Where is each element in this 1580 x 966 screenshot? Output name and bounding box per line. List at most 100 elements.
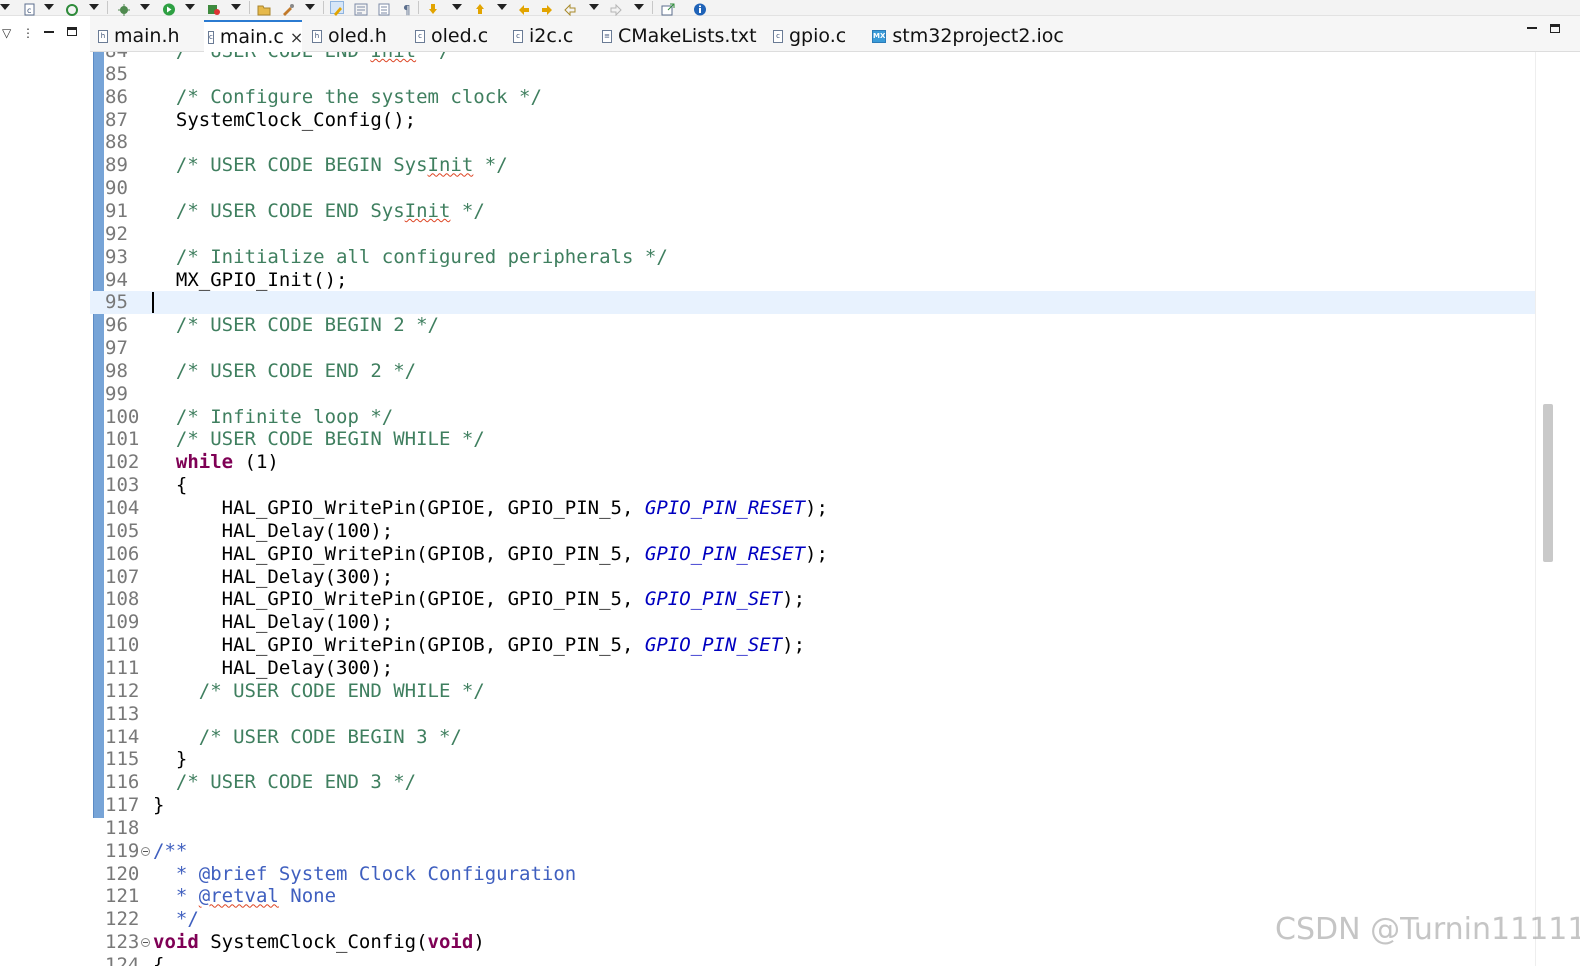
- code-line[interactable]: 108 HAL_GPIO_WritePin(GPIOE, GPIO_PIN_5,…: [90, 588, 1535, 611]
- chevron-down-icon[interactable]: [0, 4, 10, 10]
- fold-toggle-icon[interactable]: [141, 938, 150, 948]
- code-line[interactable]: 110 HAL_GPIO_WritePin(GPIOB, GPIO_PIN_5,…: [90, 634, 1535, 657]
- code-line[interactable]: 92: [90, 223, 1535, 246]
- code-line[interactable]: 86 /* Configure the system clock */: [90, 86, 1535, 109]
- tab-main-h[interactable]: h main.h: [98, 20, 198, 52]
- code-line[interactable]: 88: [90, 131, 1535, 154]
- code-line[interactable]: 95: [90, 291, 1535, 315]
- debug-icon[interactable]: [117, 1, 131, 16]
- chevron-down-icon[interactable]: [589, 4, 599, 10]
- tab-oled-h[interactable]: h oled.h: [312, 20, 408, 52]
- main-toolbar: c ¶: [0, 0, 1580, 17]
- code-line[interactable]: 102 while (1): [90, 451, 1535, 474]
- maximize-icon[interactable]: [1550, 24, 1560, 33]
- refresh-icon[interactable]: [65, 1, 79, 16]
- code-line[interactable]: 94 MX_GPIO_Init();: [90, 269, 1535, 292]
- code-line[interactable]: 105 HAL_Delay(100);: [90, 520, 1535, 543]
- previous-annotation-icon[interactable]: [473, 1, 487, 14]
- back-icon[interactable]: [563, 1, 577, 17]
- code-line[interactable]: 89 /* USER CODE BEGIN SysInit */: [90, 154, 1535, 177]
- code-line[interactable]: 87 SystemClock_Config();: [90, 109, 1535, 132]
- code-line[interactable]: 118: [90, 817, 1535, 840]
- code-line[interactable]: 101 /* USER CODE BEGIN WHILE */: [90, 428, 1535, 451]
- code-line[interactable]: 106 HAL_GPIO_WritePin(GPIOB, GPIO_PIN_5,…: [90, 543, 1535, 566]
- code-editor[interactable]: 84 /* USER CODE END Init */8586 /* Confi…: [90, 52, 1535, 966]
- chevron-down-icon[interactable]: [452, 4, 462, 10]
- code-line[interactable]: 91 /* USER CODE END SysInit */: [90, 200, 1535, 223]
- code-line[interactable]: 99: [90, 383, 1535, 406]
- chevron-down-icon[interactable]: [44, 4, 54, 10]
- code-line[interactable]: 97: [90, 337, 1535, 360]
- tab-oled-c[interactable]: c oled.c: [415, 20, 503, 52]
- code-line[interactable]: 93 /* Initialize all configured peripher…: [90, 246, 1535, 269]
- tab-label: main.c: [219, 26, 284, 48]
- run-icon[interactable]: [162, 1, 176, 16]
- line-number: 109: [105, 611, 140, 634]
- code-line[interactable]: 113: [90, 703, 1535, 726]
- code-line[interactable]: 109 HAL_Delay(100);: [90, 611, 1535, 634]
- code-line[interactable]: 85: [90, 63, 1535, 86]
- external-tools-icon[interactable]: [207, 1, 221, 15]
- chevron-down-icon[interactable]: [185, 4, 195, 10]
- close-icon[interactable]: ×: [290, 28, 303, 47]
- code-line[interactable]: 90: [90, 177, 1535, 200]
- code-line[interactable]: 120 * @brief System Clock Configuration: [90, 863, 1535, 886]
- chevron-down-icon[interactable]: [305, 4, 315, 10]
- chevron-down-icon[interactable]: [140, 4, 150, 10]
- c-file-icon: c: [773, 29, 783, 43]
- code-line[interactable]: 104 HAL_GPIO_WritePin(GPIOE, GPIO_PIN_5,…: [90, 497, 1535, 520]
- code-line[interactable]: 103 {: [90, 474, 1535, 497]
- next-annotation-icon[interactable]: [426, 1, 440, 14]
- show-whitespace-icon[interactable]: ¶: [400, 1, 414, 17]
- chevron-down-icon[interactable]: [231, 4, 241, 10]
- code-line[interactable]: 107 HAL_Delay(300);: [90, 566, 1535, 589]
- code-text: HAL_GPIO_WritePin(GPIOE, GPIO_PIN_5, GPI…: [153, 588, 806, 611]
- view-menu-icon[interactable]: ⋮: [22, 26, 34, 40]
- info-icon[interactable]: [693, 1, 707, 16]
- code-text: }: [153, 748, 188, 771]
- code-line[interactable]: 117}: [90, 794, 1535, 817]
- tab-i2c-c[interactable]: c i2c.c: [513, 20, 593, 52]
- block-selection-icon[interactable]: [354, 1, 368, 16]
- code-line[interactable]: 124 {: [90, 954, 1535, 966]
- toggle-mark-occurrences-icon[interactable]: [330, 1, 344, 16]
- code-line[interactable]: 96 /* USER CODE BEGIN 2 */: [90, 314, 1535, 337]
- tab-cmakelists[interactable]: ≡ CMakeLists.txt: [602, 20, 762, 52]
- chevron-down-icon[interactable]: [89, 4, 99, 10]
- filter-icon[interactable]: ▽: [2, 26, 11, 40]
- forward-edit-icon[interactable]: [540, 1, 554, 15]
- forward-icon[interactable]: [609, 1, 623, 17]
- line-number: 100: [105, 405, 140, 428]
- chevron-down-icon[interactable]: [634, 4, 644, 10]
- code-line[interactable]: 98 /* USER CODE END 2 */: [90, 360, 1535, 383]
- code-line[interactable]: 100 /* Infinite loop */: [90, 406, 1535, 429]
- chevron-down-icon[interactable]: [497, 4, 507, 10]
- tab-gpio-c[interactable]: c gpio.c: [773, 20, 863, 52]
- word-wrap-icon[interactable]: [377, 1, 391, 16]
- code-line[interactable]: 84 /* USER CODE END Init */: [90, 52, 1535, 63]
- minimize-icon[interactable]: [44, 31, 54, 33]
- code-line[interactable]: 114 /* USER CODE BEGIN 3 */: [90, 726, 1535, 749]
- code-line[interactable]: 119 /**: [90, 840, 1535, 863]
- open-folder-icon[interactable]: [257, 1, 271, 16]
- code-line[interactable]: 115 }: [90, 748, 1535, 771]
- tab-main-c[interactable]: c main.c ×: [204, 20, 303, 52]
- vertical-scrollbar[interactable]: [1535, 52, 1580, 966]
- build-icon[interactable]: [281, 1, 295, 16]
- minimize-icon[interactable]: [1527, 27, 1537, 29]
- scrollbar-thumb[interactable]: [1543, 404, 1553, 562]
- code-text: }: [153, 794, 165, 817]
- code-line[interactable]: 116 /* USER CODE END 3 */: [90, 771, 1535, 794]
- code-line[interactable]: 111 HAL_Delay(300);: [90, 657, 1535, 680]
- maximize-icon[interactable]: [67, 27, 77, 36]
- line-number: 114: [105, 725, 140, 748]
- new-file-icon[interactable]: c: [23, 1, 37, 16]
- tab-stm32project2-ioc[interactable]: MX stm32project2.ioc: [872, 20, 1064, 52]
- line-number: 92: [105, 222, 128, 245]
- code-line[interactable]: 112 /* USER CODE END WHILE */: [90, 680, 1535, 703]
- code-line[interactable]: 121 * @retval None: [90, 885, 1535, 908]
- fold-toggle-icon[interactable]: [141, 846, 150, 856]
- line-number: 105: [105, 519, 140, 542]
- open-perspective-icon[interactable]: [661, 1, 675, 16]
- last-edit-location-icon[interactable]: [517, 1, 531, 15]
